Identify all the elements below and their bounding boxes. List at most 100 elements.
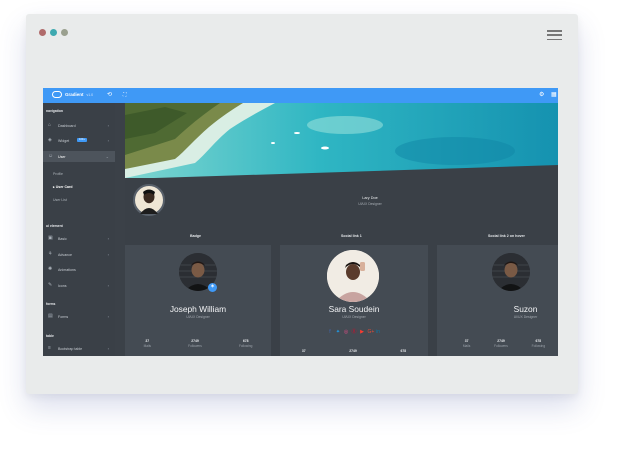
user-card-sara: Sara Soudein UI/UX Designer f ✦ ◎ ⓪ ▶ G+… — [280, 245, 428, 356]
stat-mails: 37 Mails — [144, 339, 151, 348]
sidebar-item-basic[interactable]: ▣ Basic › — [43, 233, 115, 244]
stat-label: Followers — [494, 344, 508, 348]
sidebar-subitem-profile[interactable]: Profile — [53, 172, 63, 176]
chevron-right-icon: › — [107, 283, 109, 288]
section-badge-title: Badge — [190, 234, 201, 238]
sidebar-item-icons[interactable]: ✎ Icons › — [43, 280, 115, 291]
social-links: f ✦ ◎ ⓪ ▶ G+ in — [280, 330, 428, 335]
chevron-right-icon: › — [107, 236, 109, 241]
twitter-icon[interactable]: ✦ — [336, 330, 341, 335]
sidebar-subitem-label: User Card — [55, 185, 73, 189]
googleplus-icon[interactable]: G+ — [368, 330, 375, 335]
chevron-right-icon: › — [107, 314, 109, 319]
stat-followers: 2749 Followers — [188, 339, 202, 348]
dribbble-icon[interactable]: ◎ — [344, 330, 349, 335]
pinterest-icon[interactable]: ⓪ — [352, 330, 357, 335]
close-dot[interactable] — [39, 29, 46, 36]
chevron-right-icon: › — [107, 123, 109, 128]
stat-followers: 2749 Followers — [494, 339, 508, 348]
card-role: UI/UX Designer — [342, 315, 366, 319]
feather-icon: ✎ — [48, 282, 53, 288]
sidebar-item-advance[interactable]: ⚘ Advance › — [43, 249, 115, 260]
stat-value: 678 — [535, 339, 542, 343]
card-name: Joseph William — [169, 304, 227, 314]
sidebar-item-label: Dashboard — [58, 123, 76, 128]
layers-icon: ◈ — [48, 137, 52, 143]
maximize-dot[interactable] — [61, 29, 68, 36]
sidebar-item-label: Basic — [58, 236, 67, 241]
stat-value: 37 — [464, 339, 469, 343]
aperture-icon: ✺ — [48, 266, 53, 272]
sidebar-item-bootstrap-table[interactable]: ≡ Bootstrap table › — [43, 343, 115, 354]
chevron-down-icon: ⌄ — [105, 154, 109, 159]
profile-avatar[interactable] — [133, 184, 165, 216]
sidebar-item-widget[interactable]: ◈ Widget 100+ › — [43, 135, 115, 146]
user-card-joseph: ✶ Joseph William UI/UX Designer 37 Mails … — [125, 245, 271, 356]
stat-following: 678 Following — [532, 339, 545, 348]
expand-icon[interactable]: ⛶ — [123, 91, 127, 99]
facebook-icon[interactable]: f — [328, 330, 333, 335]
card-stats: 37 Mails 2749 Followers 678 Following — [125, 339, 271, 348]
sidebar-toggle-icon[interactable]: ⟲ — [107, 91, 112, 99]
card-name: Suzon — [513, 304, 538, 314]
card-name: Sara Soudein — [328, 304, 380, 314]
card-stats: 37 2749 678 — [280, 349, 428, 353]
stat-following: 678 — [400, 349, 406, 353]
sidebar-item-dashboard[interactable]: ⌂ Dashboard › — [43, 120, 115, 131]
sidebar-item-user[interactable]: ☺ User ⌄ — [43, 151, 115, 162]
stat-following: 678 Following — [239, 339, 252, 348]
section-navigation: navigation — [46, 109, 63, 113]
stat-label: Following — [238, 344, 253, 348]
gitlab-icon: ⚘ — [48, 251, 53, 257]
brand-version: v1.0 — [86, 92, 94, 97]
profile-name: Lary Doe — [362, 196, 378, 200]
stat-label: Mails — [143, 344, 152, 348]
app-screenshot: Gradient v1.0 ⟲ ⛶ ⚙ ▦ navigation ⌂ Dashb… — [43, 88, 558, 356]
stat-label: Following — [531, 344, 546, 348]
topbar: Gradient v1.0 ⟲ ⛶ ⚙ ▦ — [43, 88, 558, 103]
sidebar-subitem-user-list[interactable]: User List — [53, 198, 67, 202]
sidebar-subitem-user-card[interactable]: ▸ User Card — [53, 185, 72, 189]
profile-role: UI/UX Designer — [358, 202, 382, 206]
stat-value: 2749 — [497, 339, 505, 343]
minimize-dot[interactable] — [50, 29, 57, 36]
sidebar-item-forms[interactable]: ▤ Forms › — [43, 311, 115, 322]
stat-mails: 37 Mails — [463, 339, 470, 348]
section-table: table — [46, 334, 54, 338]
chevron-right-icon: › — [107, 252, 109, 257]
section-social-title: Social link 1 — [341, 234, 362, 238]
stat-value: 37 — [145, 339, 150, 343]
card-role: UI/UX Designer — [186, 315, 210, 319]
stat-mails: 37 — [302, 349, 306, 353]
sidebar-item-label: Forms — [58, 314, 69, 319]
hamburger-menu-icon[interactable] — [547, 30, 562, 40]
card-avatar[interactable] — [492, 253, 530, 291]
cover-divider-shape — [125, 165, 558, 183]
stat-value: 678 — [400, 349, 407, 353]
stat-value: 2749 — [191, 339, 199, 343]
brand-name: Gradient — [65, 92, 84, 97]
card-stats: 37 Mails 2749 Followers 678 Following — [451, 339, 557, 348]
sidebar-item-label: Widget — [58, 138, 70, 143]
section-social-hover-title: Social link 2 on hover — [488, 234, 525, 238]
user-icon: ☺ — [48, 153, 54, 159]
settings-icon[interactable]: ⚙ — [539, 91, 544, 99]
box-icon: ▣ — [48, 235, 53, 241]
stat-value: 37 — [301, 349, 306, 353]
sidebar-item-label: User — [58, 154, 66, 159]
section-ui-element: ui element — [46, 224, 63, 228]
youtube-icon[interactable]: ▶ — [360, 330, 365, 335]
section-forms: forms — [46, 302, 56, 306]
main-content: Lary Doe UI/UX Designer Badge Social lin… — [125, 103, 558, 356]
linkedin-icon[interactable]: in — [376, 330, 381, 335]
stat-label: Mails — [462, 344, 471, 348]
sidebar-item-animations[interactable]: ✺ Animations — [43, 264, 115, 275]
stat-label: Followers — [188, 344, 202, 348]
home-icon: ⌂ — [48, 122, 52, 128]
sidebar: navigation ⌂ Dashboard › ◈ Widget 100+ ›… — [43, 103, 115, 356]
stat-value: 2749 — [349, 349, 357, 353]
grid-icon[interactable]: ▦ — [551, 91, 557, 99]
stat-followers: 2749 — [349, 349, 357, 353]
brand[interactable]: Gradient v1.0 — [52, 91, 93, 98]
card-avatar[interactable] — [327, 250, 379, 302]
